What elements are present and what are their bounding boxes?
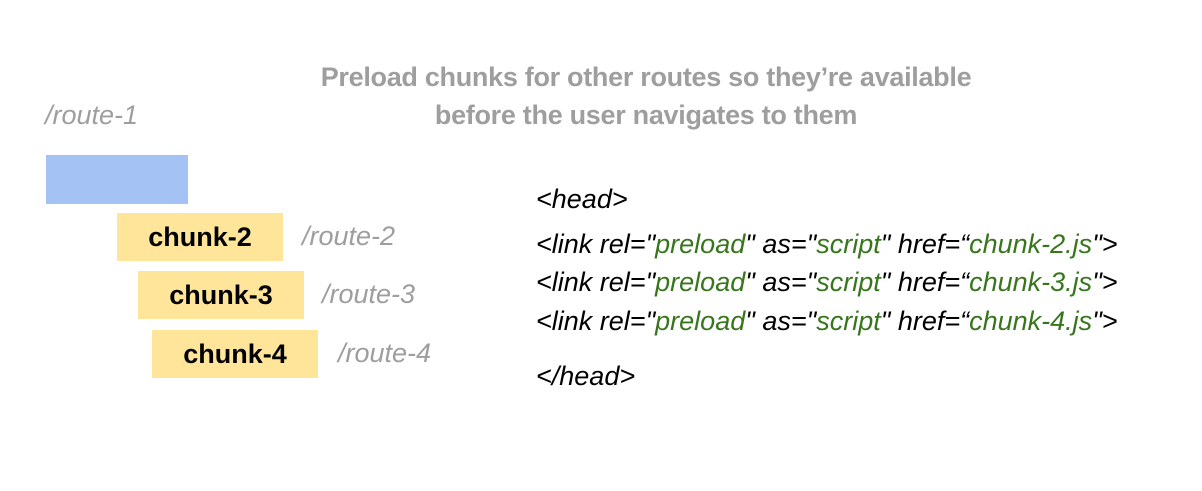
chunk-2-bar: chunk-2 xyxy=(117,213,283,261)
chunk-3-label: chunk-3 xyxy=(169,279,273,310)
chunk-4-bar: chunk-4 xyxy=(152,330,318,378)
title-line-2: before the user navigates to them xyxy=(434,100,858,130)
chunk-3-bar: chunk-3 xyxy=(138,271,304,319)
head-close-tag: </head> xyxy=(536,361,636,391)
preload-link-line: <link rel="preload" as="script" href=“ch… xyxy=(536,306,1118,336)
route-1-bar xyxy=(46,155,188,204)
route-4-label: /route-4 xyxy=(338,338,432,368)
diagram-title: Preload chunks for other routes so they’… xyxy=(246,58,1046,134)
route-2-label: /route-2 xyxy=(302,221,396,251)
preload-link-line: <link rel="preload" as="script" href=“ch… xyxy=(536,267,1118,297)
route-3-label: /route-3 xyxy=(322,279,416,309)
head-open-tag: <head> xyxy=(536,184,628,214)
chunk-4-label: chunk-4 xyxy=(183,338,287,369)
chunk-2-label: chunk-2 xyxy=(148,221,252,252)
preload-link-line: <link rel="preload" as="script" href=“ch… xyxy=(536,229,1118,259)
title-line-1: Preload chunks for other routes so they’… xyxy=(320,62,972,92)
route-1-label: /route-1 xyxy=(45,100,139,130)
